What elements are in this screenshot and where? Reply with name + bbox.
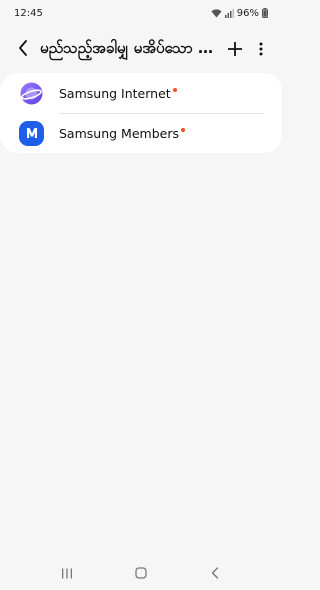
home-icon: [135, 564, 147, 583]
app-list-card: Samsung Internet Samsung Members: [0, 73, 282, 153]
plus-icon: [227, 41, 243, 60]
app-label: Samsung Internet: [59, 86, 177, 101]
navigation-bar: [0, 556, 282, 590]
status-bar: 12:45 96%: [0, 0, 282, 26]
back-nav-button[interactable]: [195, 558, 235, 588]
page-title: မည်သည့်အခါမျှ မအိပ်သော အက်ပ်များ: [40, 39, 222, 57]
app-label: Samsung Members: [59, 126, 185, 141]
battery-icon: [262, 8, 268, 18]
back-arrow-icon: [18, 40, 28, 60]
wifi-icon: [211, 8, 222, 18]
more-options-button[interactable]: [248, 35, 274, 65]
samsung-internet-icon: [19, 80, 44, 106]
new-badge-dot: [172, 87, 177, 92]
new-badge-dot: [180, 127, 185, 132]
back-button[interactable]: [8, 35, 38, 65]
battery-level-text: 96%: [236, 7, 259, 19]
home-button[interactable]: [121, 558, 161, 588]
samsung-members-icon: [19, 120, 44, 146]
signal-icon: [224, 8, 234, 18]
app-bar: မည်သည့်အခါမျှ မအိပ်သော အက်ပ်များ: [0, 34, 282, 66]
recent-apps-icon: [61, 564, 73, 583]
add-button[interactable]: [222, 35, 248, 65]
more-vertical-icon: [259, 41, 263, 60]
chevron-left-icon: [211, 564, 219, 583]
list-item-samsung-members[interactable]: Samsung Members: [0, 113, 282, 153]
status-icons: 96%: [211, 8, 268, 19]
list-item-samsung-internet[interactable]: Samsung Internet: [0, 73, 282, 113]
recent-apps-button[interactable]: [47, 558, 87, 588]
status-time: 12:45: [14, 7, 43, 19]
